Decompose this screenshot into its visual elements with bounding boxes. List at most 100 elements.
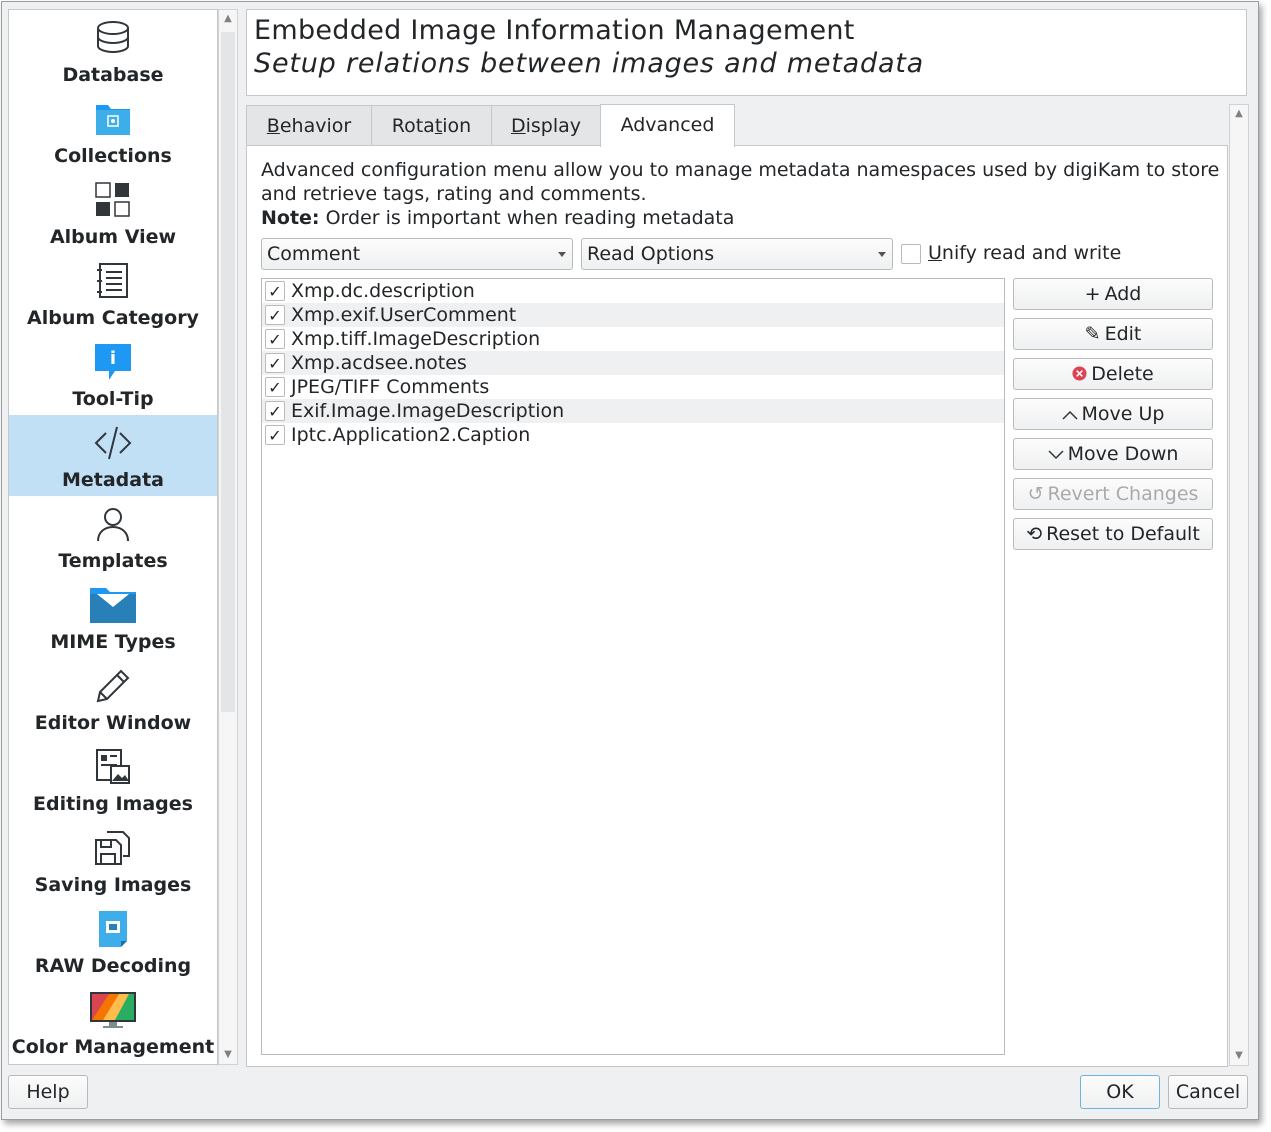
move-up-button-label: Move Up	[1081, 403, 1165, 425]
ok-button-label: OK	[1106, 1081, 1134, 1103]
check-icon[interactable]: ✓	[265, 377, 285, 397]
unify-read-write-label[interactable]: Unify read and write	[928, 242, 1121, 264]
grid-view-icon	[95, 182, 130, 217]
read-options-combo[interactable]: Read Options	[581, 238, 893, 270]
sidebar-item-color-management[interactable]: Color Management	[9, 982, 217, 1063]
namespace-name: Xmp.tiff.ImageDescription	[291, 328, 541, 350]
notebook-icon	[97, 263, 128, 298]
tab-label: isplay	[525, 115, 582, 137]
chevron-down-icon	[1048, 439, 1064, 469]
sidebar-item-label: Album Category	[27, 307, 199, 329]
namespace-name: Iptc.Application2.Caption	[291, 424, 531, 446]
delete-circle-icon	[1072, 359, 1087, 389]
unify-label-text: nify read and write	[941, 242, 1122, 264]
scroll-down-arrow-icon[interactable]: ▼	[1230, 1047, 1248, 1065]
scroll-up-arrow-icon[interactable]: ▲	[1230, 105, 1248, 123]
save-images-icon	[95, 831, 130, 865]
delete-button[interactable]: Delete	[1013, 358, 1213, 390]
check-icon[interactable]: ✓	[265, 305, 285, 325]
sidebar-item-database[interactable]: Database	[9, 10, 217, 91]
move-down-button-label: Move Down	[1067, 443, 1179, 465]
sidebar-item-label: Metadata	[61, 469, 165, 491]
note-label: Note:	[261, 207, 320, 229]
check-icon[interactable]: ✓	[265, 329, 285, 349]
sidebar-item-editor-window[interactable]: Editor Window	[9, 658, 217, 739]
tab-advanced[interactable]: Advanced	[600, 104, 735, 147]
scroll-down-arrow-icon[interactable]: ▼	[219, 1046, 237, 1064]
check-icon[interactable]: ✓	[265, 401, 285, 421]
sidebar-item-label: Templates	[58, 550, 168, 572]
sidebar-item-tool-tip[interactable]: i Tool-Tip	[9, 334, 217, 415]
user-icon	[97, 508, 129, 542]
sidebar-item-label: Tool-Tip	[72, 388, 154, 410]
namespace-name: JPEG/TIFF Comments	[291, 376, 490, 398]
cancel-button[interactable]: Cancel	[1168, 1075, 1248, 1109]
document-image-icon	[96, 749, 130, 784]
revert-changes-button[interactable]: ↺ Revert Changes	[1013, 478, 1213, 510]
tab-label: ehavior	[279, 115, 352, 137]
edit-button[interactable]: ✎ Edit	[1013, 318, 1213, 350]
plus-icon: +	[1084, 283, 1101, 305]
move-up-button[interactable]: Move Up	[1013, 398, 1213, 430]
sidebar-item-label: Saving Images	[34, 874, 192, 896]
namespace-list[interactable]: ✓ Xmp.dc.description ✓ Xmp.exif.UserCommen…	[261, 278, 1005, 1055]
tab-display[interactable]: Display	[491, 105, 601, 146]
pencil-icon: ✎	[1084, 323, 1101, 345]
chevron-down-icon	[558, 252, 566, 257]
info-bubble-icon: i	[95, 344, 131, 380]
reset-to-default-button[interactable]: ⟲ Reset to Default	[1013, 518, 1213, 550]
reset-button-label: Reset to Default	[1046, 523, 1200, 545]
list-item[interactable]: ✓ JPEG/TIFF Comments	[262, 375, 1004, 399]
check-icon[interactable]: ✓	[265, 425, 285, 445]
tab-label: Advanced	[620, 114, 715, 136]
check-icon[interactable]: ✓	[265, 281, 285, 301]
folder-image-icon	[96, 105, 130, 135]
sidebar-item-label: Database	[62, 64, 164, 86]
list-item[interactable]: ✓ Xmp.dc.description	[262, 279, 1004, 303]
cancel-button-label: Cancel	[1175, 1081, 1241, 1103]
sidebar-item-album-view[interactable]: Album View	[9, 172, 217, 253]
sidebar-item-saving-images[interactable]: Saving Images	[9, 820, 217, 901]
page-header: Embedded Image Information Management Se…	[246, 9, 1247, 96]
sidebar-scrollbar[interactable]: ▲ ▼	[218, 9, 238, 1065]
help-button[interactable]: Help	[8, 1075, 88, 1109]
sidebar-item-label: Editing Images	[33, 793, 193, 815]
sidebar-item-raw-decoding[interactable]: RAW Decoding	[9, 901, 217, 982]
undo-icon: ↺	[1027, 483, 1044, 505]
unify-read-write-checkbox[interactable]	[901, 244, 921, 264]
sidebar-item-metadata[interactable]: Metadata	[9, 415, 217, 496]
sidebar-item-label: Album View	[49, 226, 177, 248]
advanced-description: Advanced configuration menu allow you to…	[261, 159, 1220, 205]
tab-label: ion	[442, 115, 472, 137]
add-button-label: Add	[1104, 283, 1142, 305]
ok-button[interactable]: OK	[1080, 1075, 1160, 1109]
tab-rotation[interactable]: Rotation	[371, 105, 492, 146]
check-icon[interactable]: ✓	[265, 353, 285, 373]
mail-folder-icon	[90, 588, 136, 623]
scroll-up-arrow-icon[interactable]: ▲	[219, 10, 237, 28]
metadata-type-combo[interactable]: Comment	[261, 238, 573, 270]
sidebar-item-templates[interactable]: Templates	[9, 496, 217, 577]
svg-text:i: i	[110, 348, 116, 369]
namespace-name: Xmp.acdsee.notes	[291, 352, 467, 374]
add-button[interactable]: + Add	[1013, 278, 1213, 310]
raw-file-icon	[99, 911, 127, 947]
sidebar-scroll-thumb[interactable]	[221, 32, 235, 712]
move-down-button[interactable]: Move Down	[1013, 438, 1213, 470]
edit-button-label: Edit	[1104, 323, 1142, 345]
tab-mnemonic: B	[266, 115, 280, 137]
sidebar-item-album-category[interactable]: Album Category	[9, 253, 217, 334]
list-item[interactable]: ✓ Iptc.Application2.Caption	[262, 423, 1004, 447]
list-item[interactable]: ✓ Exif.Image.ImageDescription	[262, 399, 1004, 423]
list-item[interactable]: ✓ Xmp.tiff.ImageDescription	[262, 327, 1004, 351]
list-item[interactable]: ✓ Xmp.exif.UserComment	[262, 303, 1004, 327]
sidebar-item-mime-types[interactable]: MIME Types	[9, 577, 217, 658]
advanced-tab-panel: Advanced configuration menu allow you to…	[246, 145, 1228, 1067]
namespace-name: Xmp.dc.description	[291, 280, 475, 302]
main-scrollbar[interactable]: ▲ ▼	[1229, 104, 1249, 1066]
delete-button-label: Delete	[1091, 363, 1154, 385]
list-item[interactable]: ✓ Xmp.acdsee.notes	[262, 351, 1004, 375]
sidebar-item-editing-images[interactable]: Editing Images	[9, 739, 217, 820]
sidebar-item-collections[interactable]: Collections	[9, 91, 217, 172]
tab-behavior[interactable]: Behavior	[246, 105, 372, 146]
